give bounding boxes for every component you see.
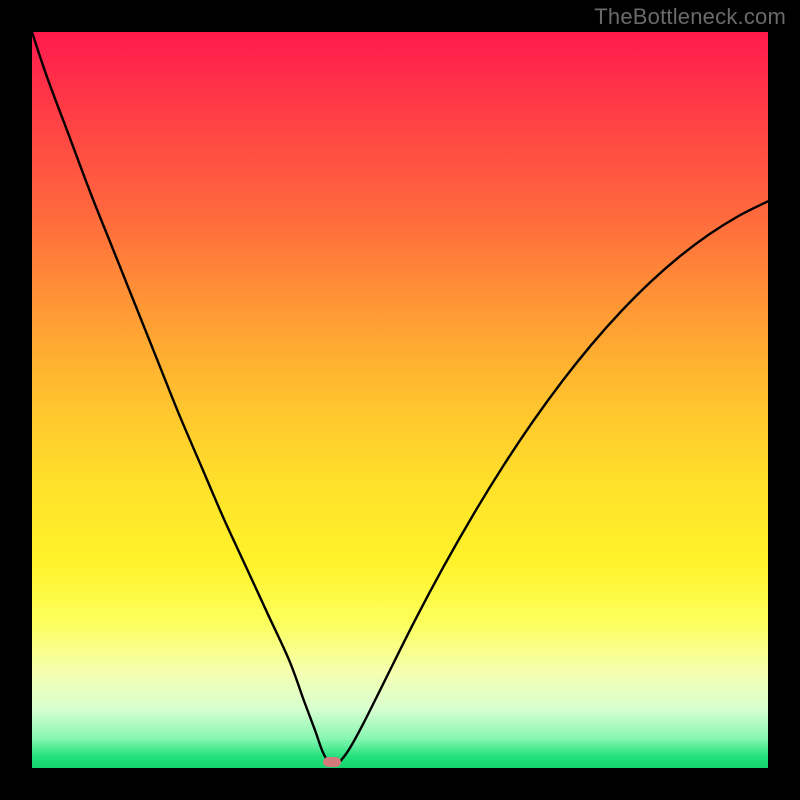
curve-svg — [32, 32, 768, 768]
watermark-text: TheBottleneck.com — [594, 4, 786, 30]
bottleneck-curve — [32, 32, 768, 765]
plot-area — [32, 32, 768, 768]
minimum-marker — [323, 757, 341, 767]
chart-frame: TheBottleneck.com — [0, 0, 800, 800]
